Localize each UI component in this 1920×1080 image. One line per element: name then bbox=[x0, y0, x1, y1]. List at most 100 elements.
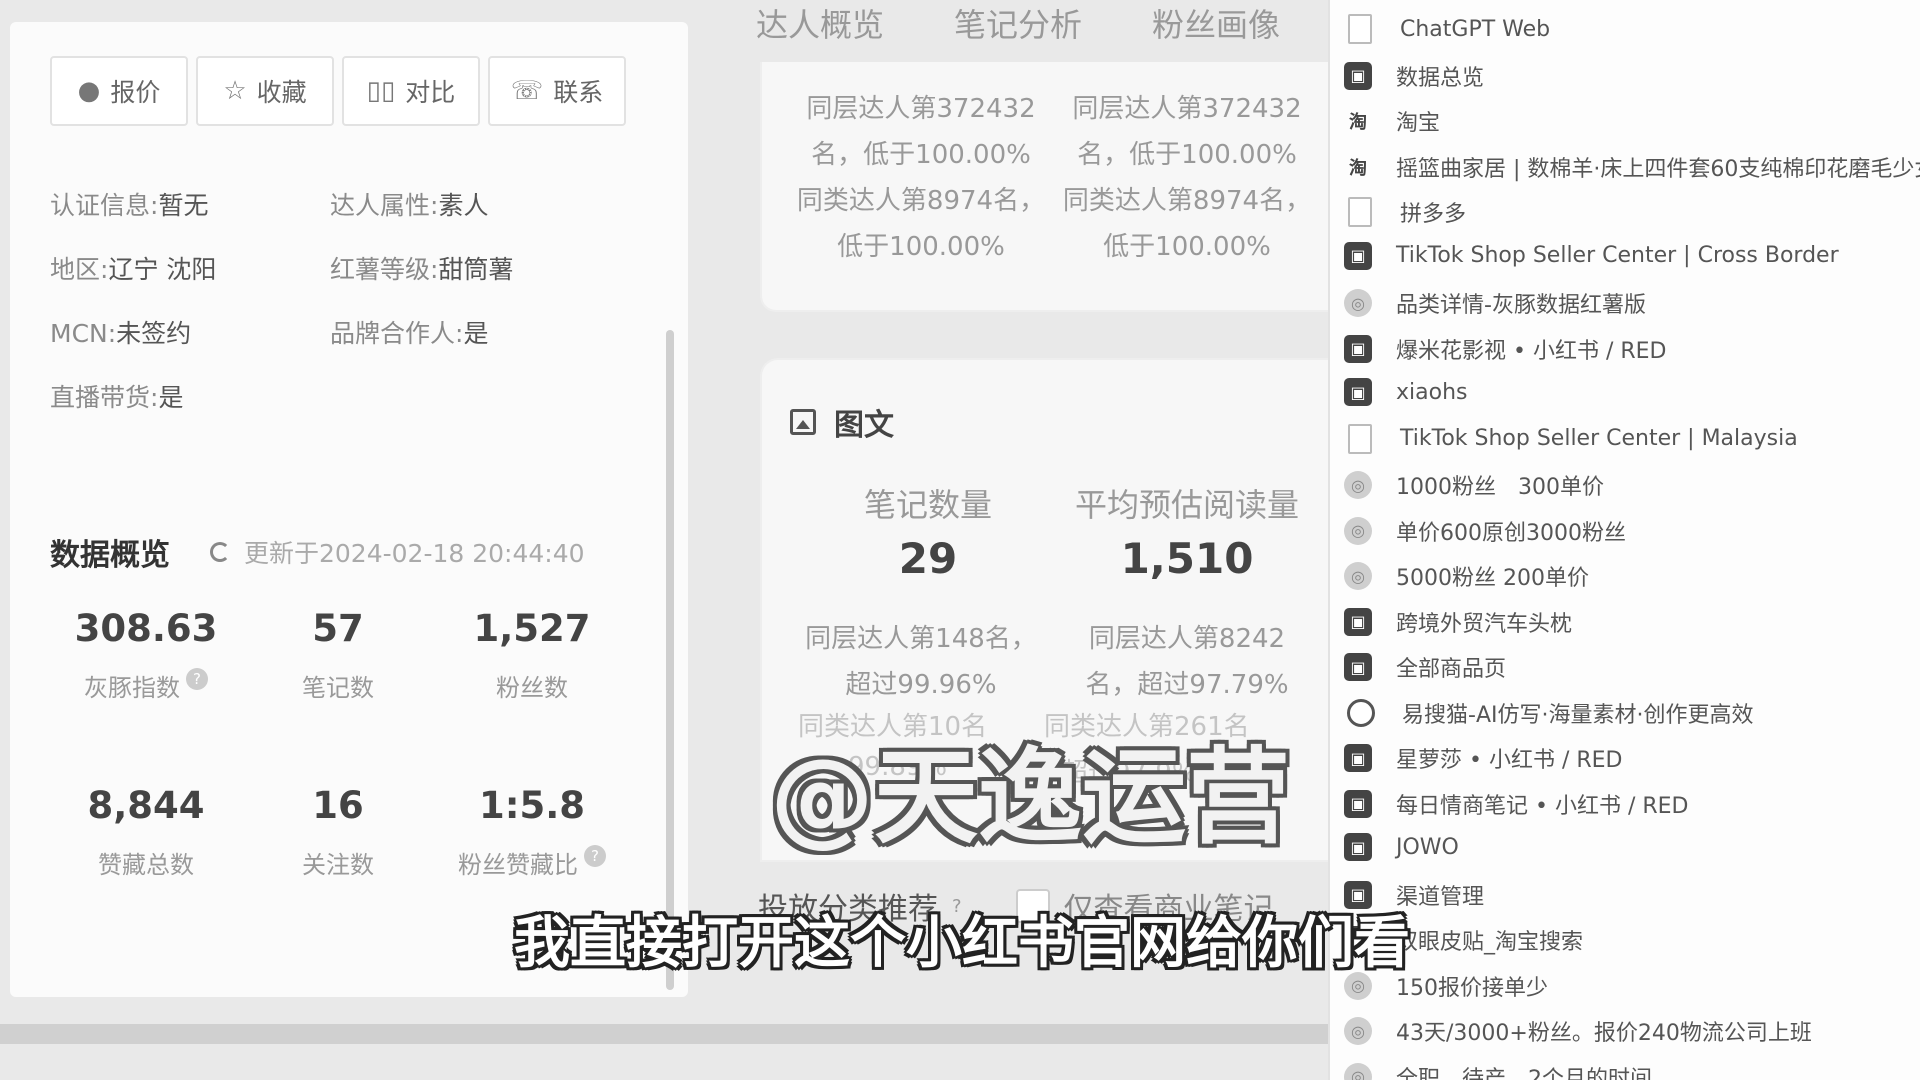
bookmark-item[interactable]: ◎ 品类详情-灰豚数据红薯版 bbox=[1344, 287, 1646, 319]
favorite-button[interactable]: ☆ 收藏 bbox=[196, 56, 334, 126]
ranking-column: 同层达人第372432 名，低于100.00% 同类达人第8974名， 低于10… bbox=[786, 86, 1056, 270]
bookmark-item[interactable]: ▣ xiaohs bbox=[1344, 378, 1467, 406]
bookmark-label: 摇篮曲家居 | 数棉羊·床上四件套60支纯棉印花磨毛少女 bbox=[1396, 156, 1920, 182]
dark-icon: ▣ bbox=[1344, 789, 1372, 818]
overview-header: 数据概览 更新于2024-02-18 20:44:40 bbox=[50, 530, 585, 574]
level-label: 红薯等级: bbox=[330, 255, 439, 284]
profile-info: 认证信息:暂无 达人属性:素人 地区:辽宁 沈阳 红薯等级:甜筒薯 MCN:未签… bbox=[50, 172, 610, 428]
contact-button[interactable]: ☏ 联系 bbox=[488, 56, 626, 126]
taobao-icon: 淘 bbox=[1349, 157, 1367, 179]
compare-button[interactable]: ▯▯ 对比 bbox=[342, 56, 480, 126]
bookmark-label: 全部商品页 bbox=[1396, 657, 1507, 682]
profile-panel: ● 报价 ☆ 收藏 ▯▯ 对比 ☏ 联系 认证信息:暂无 达人属性:素人 地区:… bbox=[10, 22, 688, 997]
note-count-metric: 笔记数量 29 bbox=[828, 480, 1028, 583]
page-icon bbox=[1348, 423, 1372, 454]
help-icon[interactable]: ? bbox=[584, 845, 606, 867]
metric-label: 笔记数量 bbox=[863, 486, 992, 524]
bookmark-label: 爆米花影视 • 小红书 / RED bbox=[1396, 338, 1667, 364]
bookmark-item[interactable]: 易搜猫-AI仿写·海量素材·创作更高效 bbox=[1344, 697, 1753, 729]
stat-label: 灰豚指数? bbox=[46, 668, 246, 703]
bookmark-item[interactable]: ChatGPT Web bbox=[1344, 14, 1550, 44]
rank-line: 同层达人第148名， bbox=[805, 624, 1037, 654]
image-icon bbox=[790, 409, 816, 435]
refresh-icon[interactable] bbox=[210, 542, 230, 562]
stat-value: 1:5.8 bbox=[478, 784, 586, 827]
tab-creator-overview[interactable]: 达人概览 bbox=[756, 0, 884, 44]
bookmark-label: 150报价接单少 bbox=[1396, 975, 1548, 1001]
stat-index: 308.63 灰豚指数? bbox=[46, 607, 246, 703]
overview-title: 数据概览 bbox=[50, 538, 170, 573]
cert-label: 认证信息: bbox=[50, 191, 159, 220]
quote-button[interactable]: ● 报价 bbox=[50, 56, 188, 126]
live-commerce-info: 直播带货:是 bbox=[50, 378, 340, 414]
tab-note-analysis[interactable]: 笔记分析 bbox=[954, 0, 1082, 44]
stat-fans: 1,527 粉丝数 bbox=[432, 607, 632, 703]
rank-line: 名，低于100.00% bbox=[1077, 140, 1297, 170]
bookmark-item[interactable]: ▣ 每日情商笔记 • 小红书 / RED bbox=[1344, 788, 1689, 820]
bookmark-label: 易搜猫-AI仿写·海量素材·创作更高效 bbox=[1402, 702, 1754, 728]
bookmark-item[interactable]: ▣ 跨境外贸汽车头枕 bbox=[1344, 606, 1572, 638]
bookmark-item[interactable]: TikTok Shop Seller Center | Malaysia bbox=[1344, 423, 1798, 454]
tab-fan-profile[interactable]: 粉丝画像 bbox=[1152, 0, 1280, 44]
bookmark-label: 43天/3000+粉丝。报价240物流公司上班 bbox=[1396, 1021, 1812, 1046]
bookmark-item[interactable]: ▣ 数据总览 bbox=[1344, 60, 1484, 92]
region-value: 辽宁 沈阳 bbox=[108, 255, 217, 284]
dark-icon: ▣ bbox=[1344, 833, 1372, 861]
region-label: 地区: bbox=[50, 255, 109, 284]
scrollbar[interactable] bbox=[666, 330, 674, 990]
rank-line: 同类达人第8974名， bbox=[796, 186, 1046, 216]
compare-icon: ▯▯ bbox=[366, 76, 396, 106]
bookmark-item[interactable]: 淘 摇篮曲家居 | 数棉羊·床上四件套60支纯棉印花磨毛少女 bbox=[1344, 151, 1920, 183]
bookmark-item[interactable]: 淘 淘宝 bbox=[1344, 105, 1440, 137]
bookmark-item[interactable]: ◎ 43天/3000+粉丝。报价240物流公司上班 bbox=[1344, 1015, 1812, 1047]
rank-line: 同类达人第8974名， bbox=[1062, 186, 1312, 216]
bookmark-item[interactable]: ▣ 星萝莎 • 小红书 / RED bbox=[1344, 742, 1623, 774]
rank-line: 低于100.00% bbox=[837, 232, 1005, 262]
horizontal-scrollbar[interactable] bbox=[0, 1024, 1328, 1044]
stat-value: 308.63 bbox=[74, 607, 218, 650]
globe-icon: ◎ bbox=[1344, 516, 1372, 545]
bookmark-label: 品类详情-灰豚数据红薯版 bbox=[1396, 293, 1646, 318]
bookmark-item[interactable]: ◎ 1000粉丝 300单价 bbox=[1344, 469, 1604, 501]
analysis-tabs: 达人概览 笔记分析 粉丝画像 bbox=[756, 0, 1280, 44]
dark-icon: ▣ bbox=[1344, 378, 1372, 406]
dark-icon: ▣ bbox=[1344, 607, 1372, 636]
stat-label: 赞藏总数 bbox=[98, 851, 194, 879]
bookmark-item[interactable]: ◎ 单价600原创3000粉丝 bbox=[1344, 515, 1626, 547]
stat-likes-favs: 8,844 赞藏总数 bbox=[46, 784, 246, 880]
bookmark-item[interactable]: ▣ JOWO bbox=[1344, 833, 1459, 861]
attr-value: 素人 bbox=[438, 191, 489, 220]
bookmarks-panel: ChatGPT Web ▣ 数据总览淘淘宝淘摇篮曲家居 | 数棉羊·床上四件套60支… bbox=[1328, 0, 1920, 1080]
bookmark-item[interactable]: ◎ 全职，待产，2个月的时间 bbox=[1344, 1061, 1652, 1080]
bookmark-label: 星萝莎 • 小红书 / RED bbox=[1396, 748, 1623, 773]
help-icon[interactable]: ? bbox=[186, 668, 208, 690]
taobao-icon: 淘 bbox=[1349, 112, 1367, 133]
stat-value: 1,527 bbox=[473, 607, 591, 650]
avg-read-metric: 平均预估阅读量 1,510 bbox=[1052, 480, 1322, 583]
bookmark-label: 淘宝 bbox=[1396, 111, 1441, 136]
info-row: 认证信息:暂无 达人属性:素人 bbox=[50, 172, 610, 236]
bookmark-item[interactable]: 拼多多 bbox=[1344, 196, 1466, 228]
brand-partner-info: 品牌合作人:是 bbox=[330, 314, 610, 350]
page-icon bbox=[1348, 14, 1372, 44]
phone-icon: ☏ bbox=[510, 76, 544, 106]
bookmark-item[interactable]: ▣ TikTok Shop Seller Center | Cross Borde… bbox=[1344, 241, 1839, 270]
bookmark-item[interactable]: ▣ 全部商品页 bbox=[1344, 651, 1506, 683]
bookmark-item[interactable]: ◎ 5000粉丝 200单价 bbox=[1344, 560, 1589, 592]
avg-read-rank: 同层达人第8242 名，超过97.79% bbox=[1052, 616, 1322, 708]
page-icon bbox=[1348, 197, 1372, 227]
metric-value: 1,510 bbox=[1120, 534, 1254, 583]
cert-info: 认证信息:暂无 bbox=[50, 186, 330, 222]
rank-line: 超过99.96% bbox=[845, 670, 997, 700]
favorite-button-label: 收藏 bbox=[256, 78, 307, 107]
stat-value: 8,844 bbox=[87, 784, 205, 827]
star-icon: ☆ bbox=[223, 76, 247, 106]
level-info: 红薯等级:甜筒薯 bbox=[330, 250, 610, 286]
creator-attr: 达人属性:素人 bbox=[330, 186, 610, 222]
bookmark-label: 拼多多 bbox=[1400, 202, 1467, 227]
bookmark-label: 双眼皮贴_淘宝搜索 bbox=[1396, 930, 1584, 955]
brand-value: 是 bbox=[463, 319, 489, 348]
rank-line: 名，低于100.00% bbox=[811, 140, 1031, 170]
info-row: 直播带货:是 bbox=[50, 364, 610, 428]
bookmark-item[interactable]: ▣ 爆米花影视 • 小红书 / RED bbox=[1344, 333, 1667, 365]
